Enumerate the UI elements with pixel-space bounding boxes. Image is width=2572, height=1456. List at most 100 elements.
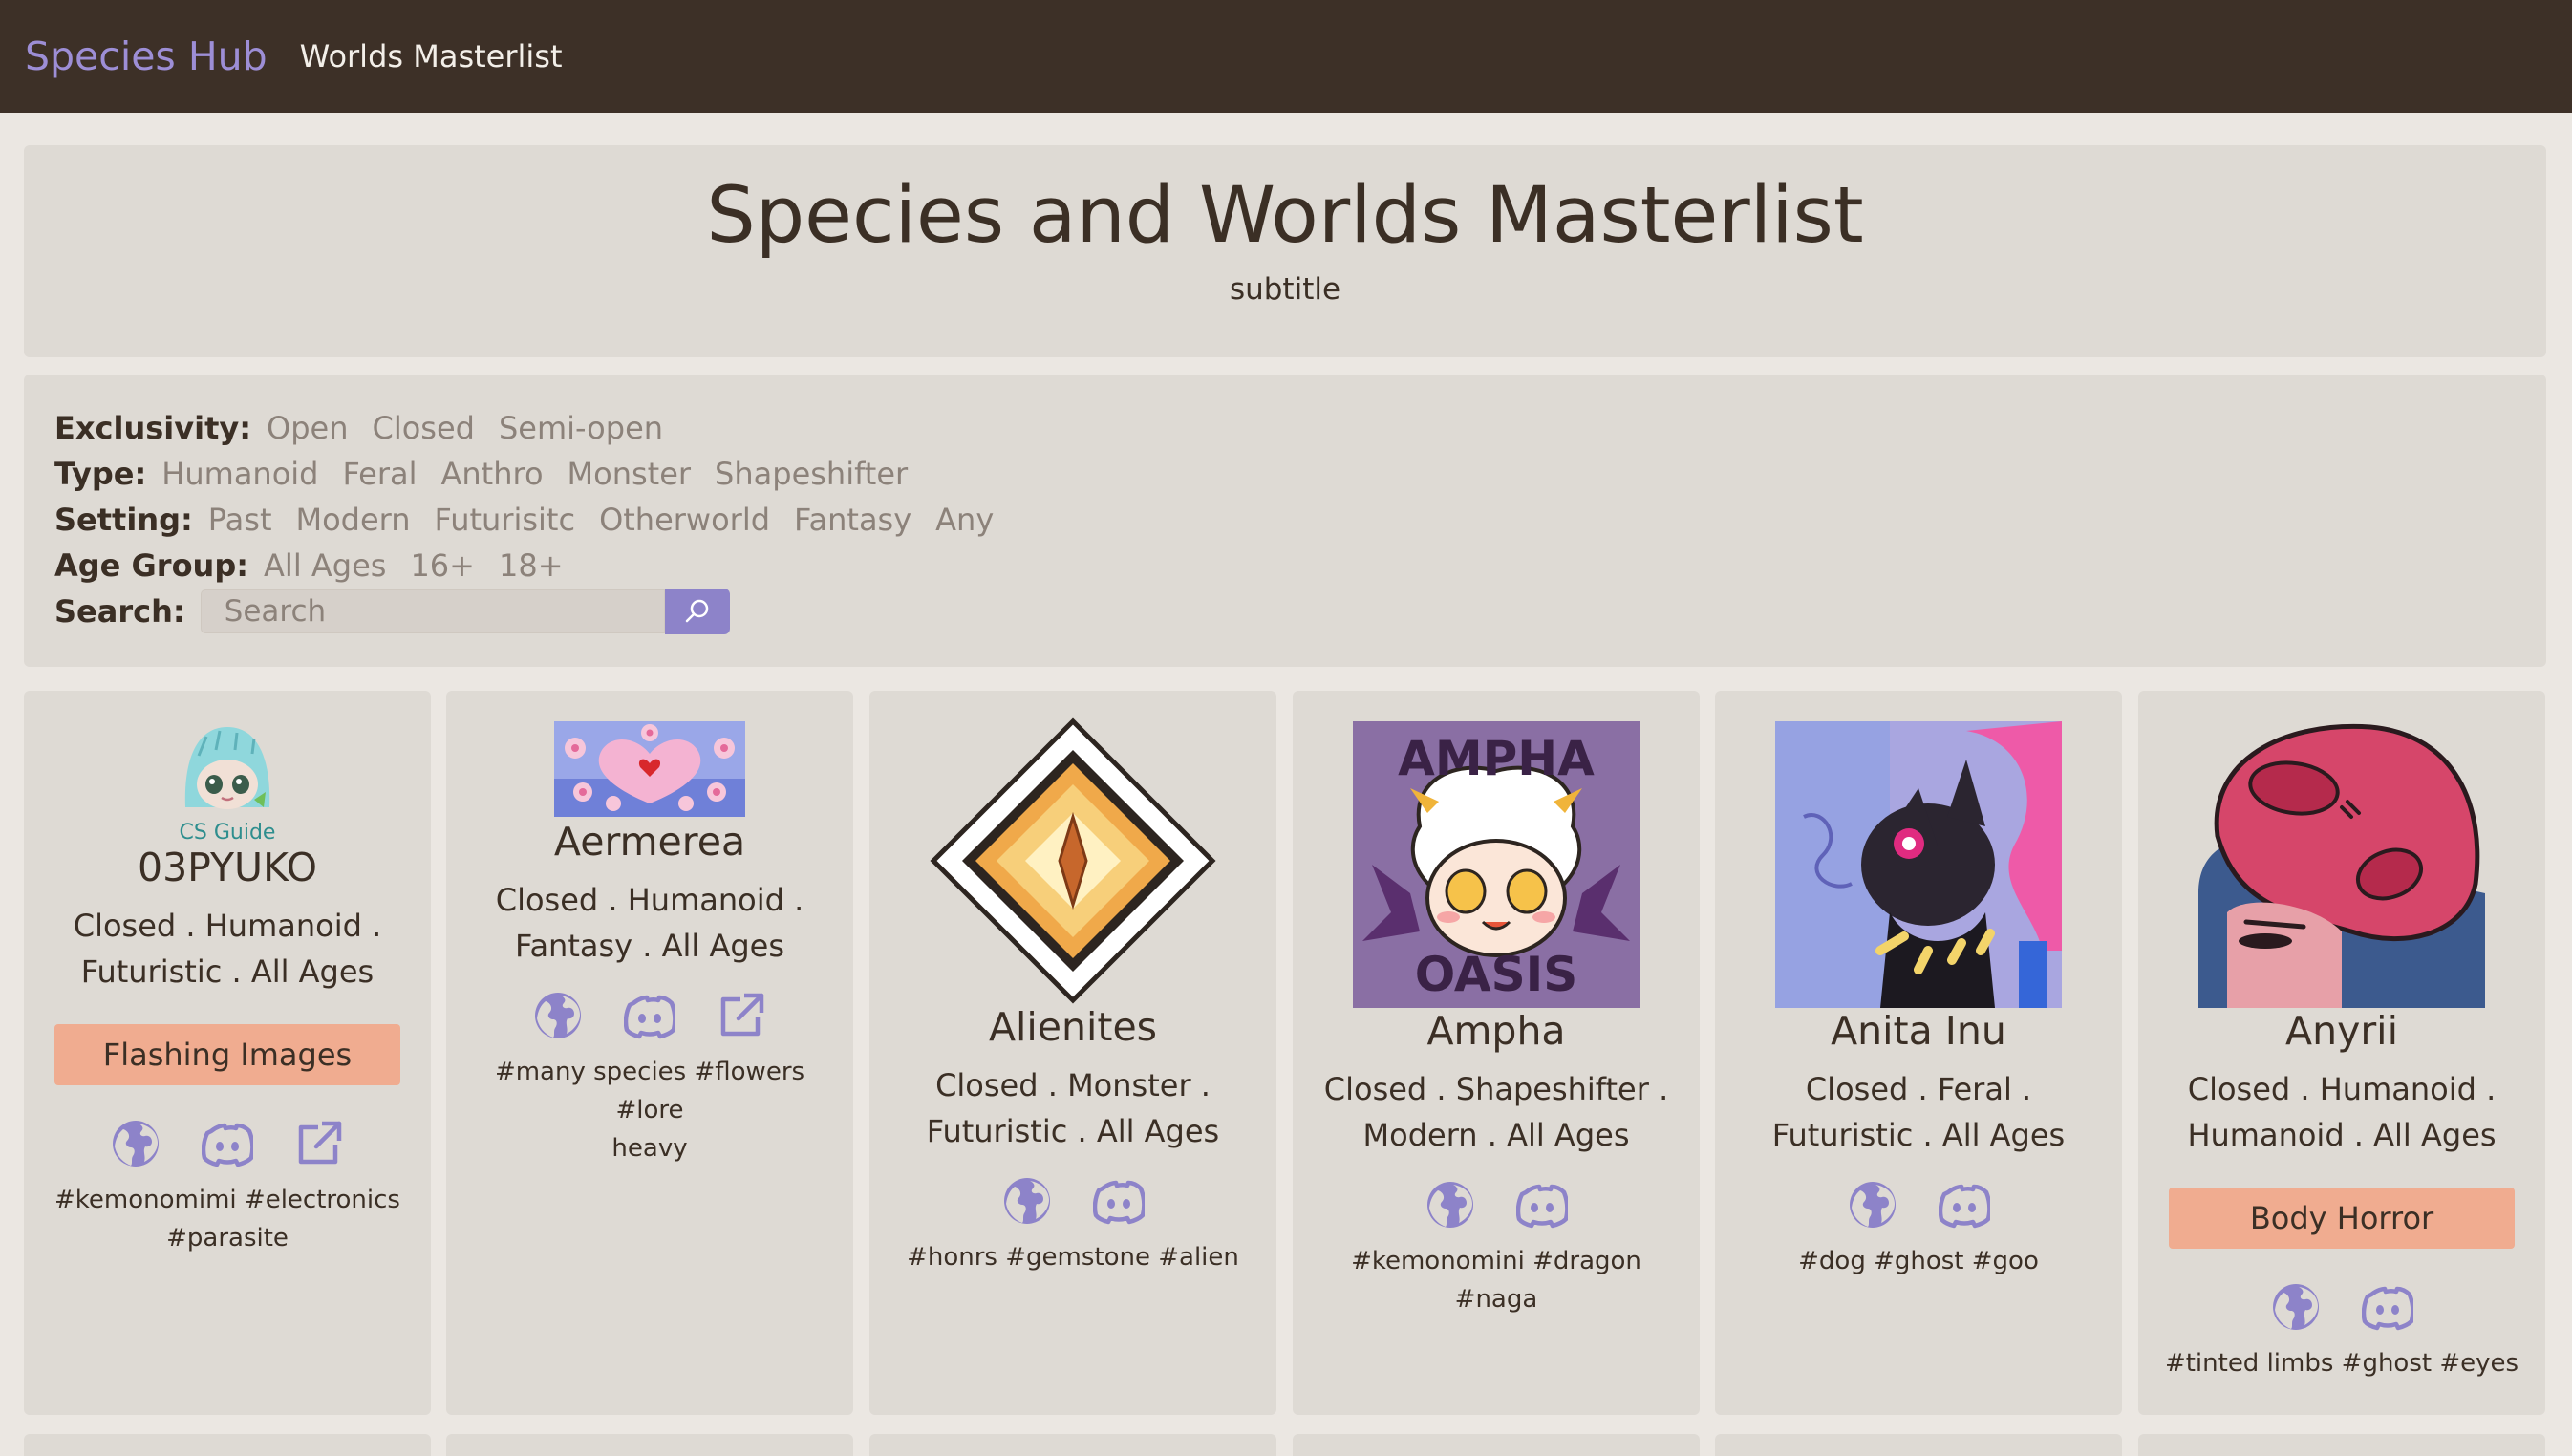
species-meta-setting-age: Futuristic . All Ages <box>80 953 375 991</box>
discord-icon[interactable] <box>1939 1179 1990 1231</box>
species-name[interactable]: Anita Inu <box>1715 1008 2122 1055</box>
species-card-03pyuko[interactable]: CS Guide 03PYUKO Closed . Humanoid . Fut… <box>24 691 431 1415</box>
species-tags-continued: #parasite <box>166 1224 289 1253</box>
species-image: AMPHA OASIS <box>1353 721 1640 1008</box>
species-name[interactable]: Anyrii <box>2138 1008 2545 1055</box>
filter-option-anthro[interactable]: Anthro <box>440 456 543 492</box>
filter-option-past[interactable]: Past <box>208 502 272 538</box>
species-card-ampha[interactable]: AMPHA OASIS Ampha Closed . Shapeshifter … <box>1293 691 1700 1415</box>
species-card-partial[interactable] <box>869 1434 1276 1456</box>
filter-row-age-group: Age Group: All Ages 16+ 18+ <box>54 543 2546 589</box>
filter-label-setting: Setting: <box>54 502 193 538</box>
species-meta-exclusivity-type: Closed . Humanoid . <box>2187 1071 2497 1108</box>
filter-panel: Exclusivity: Open Closed Semi-open Type:… <box>24 375 2546 667</box>
species-meta-setting-age: Futuristic . All Ages <box>926 1113 1220 1150</box>
filter-option-monster[interactable]: Monster <box>568 456 692 492</box>
filter-option-feral[interactable]: Feral <box>342 456 417 492</box>
globe-icon[interactable] <box>2270 1281 2322 1333</box>
filter-option-18-plus[interactable]: 18+ <box>499 547 564 584</box>
filter-option-modern[interactable]: Modern <box>295 502 410 538</box>
filter-option-open[interactable]: Open <box>267 410 348 446</box>
content-warning-badge: Flashing Images <box>54 1024 400 1086</box>
filter-row-setting: Setting: Past Modern Futurisitc Otherwor… <box>54 497 2546 543</box>
species-image-caption: CS Guide <box>179 821 276 845</box>
page-title: Species and Worlds Masterlist <box>706 171 1864 261</box>
species-card-aermerea[interactable]: Aermerea Closed . Humanoid . Fantasy . A… <box>446 691 853 1415</box>
species-name[interactable]: 03PYUKO <box>24 845 431 891</box>
search-input[interactable] <box>200 589 665 633</box>
globe-icon[interactable] <box>1425 1179 1476 1231</box>
filter-option-any[interactable]: Any <box>935 502 994 538</box>
filter-option-shapeshifter[interactable]: Shapeshifter <box>715 456 908 492</box>
species-links <box>1293 1179 1700 1231</box>
filter-label-exclusivity: Exclusivity: <box>54 410 252 446</box>
species-links <box>1715 1179 2122 1231</box>
filter-option-fantasy[interactable]: Fantasy <box>794 502 911 538</box>
filter-option-semi-open[interactable]: Semi-open <box>499 410 663 446</box>
species-tags: #tinted limbs #ghost #eyes <box>2164 1349 2519 1379</box>
species-meta-exclusivity-type: Closed . Shapeshifter . <box>1323 1071 1669 1108</box>
species-meta-exclusivity-type: Closed . Humanoid . <box>73 908 382 945</box>
globe-icon[interactable] <box>1001 1175 1053 1227</box>
filter-label-age-group: Age Group: <box>54 547 249 584</box>
species-card-partial[interactable] <box>2138 1434 2545 1456</box>
species-name[interactable]: Aermerea <box>446 819 853 866</box>
globe-icon[interactable] <box>110 1118 161 1169</box>
page-subtitle: subtitle <box>1229 272 1341 308</box>
species-image <box>178 721 277 821</box>
content-warning-badge: Body Horror <box>2169 1188 2515 1250</box>
discord-icon[interactable] <box>202 1118 253 1169</box>
species-card-alienites[interactable]: Alienites Closed . Monster . Futuristic … <box>869 691 1276 1415</box>
species-card-partial[interactable] <box>446 1434 853 1456</box>
discord-icon[interactable] <box>2362 1281 2413 1333</box>
brand-link[interactable]: Species Hub <box>25 33 268 79</box>
search-icon <box>685 599 708 623</box>
discord-icon[interactable] <box>1093 1175 1145 1227</box>
globe-icon[interactable] <box>532 990 584 1041</box>
species-image-text-top: AMPHA <box>1398 731 1595 786</box>
navbar: Species Hub Worlds Masterlist <box>0 0 2572 113</box>
filter-option-futuristic[interactable]: Futurisitc <box>435 502 576 538</box>
species-card-partial[interactable] <box>1293 1434 1700 1456</box>
species-name[interactable]: Ampha <box>1293 1008 1700 1055</box>
species-meta-setting-age: Fantasy . All Ages <box>514 928 785 965</box>
species-name[interactable]: Alienites <box>869 1004 1276 1051</box>
filter-row-exclusivity: Exclusivity: Open Closed Semi-open <box>54 405 2546 451</box>
discord-icon[interactable] <box>624 990 675 1041</box>
species-image <box>554 721 745 817</box>
globe-icon[interactable] <box>1847 1179 1898 1231</box>
species-meta-exclusivity-type: Closed . Humanoid . <box>495 882 804 919</box>
species-links <box>24 1118 431 1169</box>
species-card-anita-inu[interactable]: Anita Inu Closed . Feral . Futuristic . … <box>1715 691 2122 1415</box>
species-tags: #kemonomini #dragon #naga <box>1351 1247 1641 1315</box>
species-card-partial[interactable] <box>1715 1434 2122 1456</box>
species-tags: #honrs #gemstone #alien <box>907 1243 1239 1273</box>
species-image-text-bottom: OASIS <box>1415 947 1577 1002</box>
species-tags-continued: heavy <box>611 1134 688 1164</box>
filter-option-all-ages[interactable]: All Ages <box>264 547 386 584</box>
filter-option-humanoid[interactable]: Humanoid <box>161 456 318 492</box>
filter-label-search: Search: <box>54 593 185 630</box>
external-link-icon[interactable] <box>293 1118 345 1169</box>
external-link-icon[interactable] <box>716 990 767 1041</box>
species-image <box>1775 721 2062 1008</box>
filter-option-closed[interactable]: Closed <box>372 410 474 446</box>
species-image <box>2198 721 2485 1008</box>
species-meta-setting-age: Humanoid . All Ages <box>2187 1117 2497 1154</box>
species-meta-exclusivity-type: Closed . Monster . <box>935 1067 1211 1104</box>
filter-option-16-plus[interactable]: 16+ <box>410 547 475 584</box>
search-button[interactable] <box>664 589 730 634</box>
species-card-anyrii[interactable]: Anyrii Closed . Humanoid . Humanoid . Al… <box>2138 691 2545 1415</box>
species-tags: #kemonomimi #electronics <box>54 1186 400 1215</box>
species-meta-setting-age: Futuristic . All Ages <box>1771 1117 2066 1154</box>
species-card-partial[interactable] <box>24 1434 431 1456</box>
nav-link-worlds-masterlist[interactable]: Worlds Masterlist <box>300 38 563 75</box>
species-meta-setting-age: Modern . All Ages <box>1362 1117 1630 1154</box>
species-meta-exclusivity-type: Closed . Feral . <box>1805 1071 2032 1108</box>
filter-label-type: Type: <box>54 456 147 492</box>
search-group <box>200 589 730 634</box>
filter-option-otherworld[interactable]: Otherworld <box>599 502 770 538</box>
species-links <box>869 1175 1276 1227</box>
filter-row-type: Type: Humanoid Feral Anthro Monster Shap… <box>54 451 2546 497</box>
discord-icon[interactable] <box>1516 1179 1568 1231</box>
